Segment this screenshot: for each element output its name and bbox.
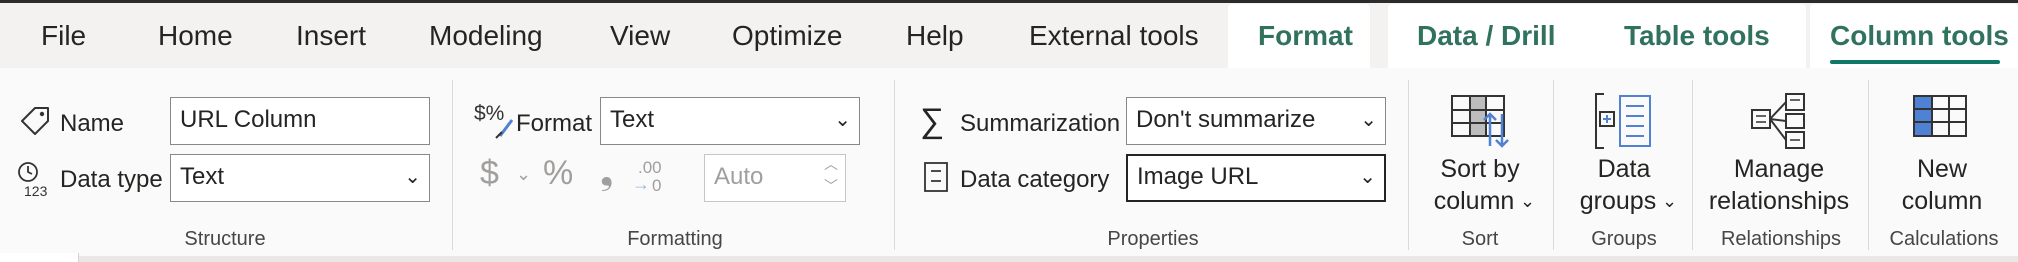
tab-external-tools[interactable]: External tools [1029, 12, 1199, 60]
window-top-border [0, 0, 2018, 3]
format-select[interactable]: Text ⌄ [600, 97, 860, 145]
tab-optimize[interactable]: Optimize [732, 12, 842, 60]
group-separator [1553, 80, 1554, 250]
chevron-down-icon: ⌄ [1520, 191, 1536, 211]
groups-group-label: Groups [1591, 228, 1657, 250]
data-type-label: Data type [60, 166, 163, 193]
new-column-icon [1913, 95, 1967, 137]
relationships-label-2: relationships [1708, 187, 1850, 215]
data-groups-icon [1595, 93, 1651, 149]
data-category-label: Data category [960, 166, 1110, 193]
chevron-down-icon: ⌄ [1359, 166, 1376, 188]
tag-icon [21, 107, 49, 135]
sort-label-2: column [1433, 187, 1515, 215]
summarization-value: Don't summarize [1136, 106, 1316, 133]
new-column-label-1: New [1916, 155, 1967, 183]
percent-button[interactable]: % [543, 154, 573, 193]
relationships-group-label: Relationships [1720, 228, 1842, 250]
tab-format[interactable]: Format [1258, 12, 1353, 60]
data-groups-button[interactable]: Data groups ⌄ [1566, 90, 1682, 220]
dollar-percent-brush-icon: $% [474, 102, 514, 139]
tab-insert[interactable]: Insert [296, 12, 366, 60]
decimal-places-button[interactable]: .00 → 0 [632, 158, 672, 196]
currency-button[interactable]: $ [480, 154, 499, 193]
svg-text:123: 123 [24, 183, 48, 199]
view-tab-fragment[interactable] [0, 253, 79, 262]
relationships-label-1: Manage [1733, 155, 1825, 183]
tab-table-tools[interactable]: Table tools [1624, 12, 1770, 60]
group-separator [1408, 80, 1409, 250]
svg-text:$%: $% [474, 102, 504, 125]
group-separator [1868, 80, 1869, 250]
spin-up-icon[interactable]: ︿ [824, 154, 838, 174]
group-separator [452, 80, 453, 250]
tab-help[interactable]: Help [906, 12, 964, 60]
canvas-area-edge [0, 256, 2018, 262]
tab-file[interactable]: File [41, 12, 86, 60]
sort-by-column-button[interactable]: Sort by column ⌄ [1420, 90, 1540, 220]
active-tab-indicator [1830, 60, 2000, 64]
manage-relationships-button[interactable]: Manage relationships [1704, 90, 1854, 220]
new-column-label-2: column [1901, 187, 1983, 215]
data-category-value: Image URL [1137, 163, 1259, 190]
tab-home[interactable]: Home [158, 12, 233, 60]
spin-down-icon[interactable]: ﹀ [824, 176, 838, 196]
sigma-icon: ∑ [920, 102, 945, 140]
group-separator [1692, 80, 1693, 250]
chevron-down-icon: ⌄ [1360, 109, 1377, 131]
sort-group-label: Sort [1461, 228, 1499, 250]
properties-group-label: Properties [1107, 228, 1199, 250]
data-type-value: Text [180, 163, 225, 190]
arrow-right-icon: → [632, 174, 650, 194]
new-column-button[interactable]: New column [1880, 90, 2004, 220]
manage-relationships-icon [1751, 93, 1805, 149]
name-label: Name [60, 110, 125, 137]
calculations-group-label: Calculations [1889, 228, 1999, 250]
groups-label-1: Data [1597, 155, 1651, 183]
name-input[interactable]: URL Column [170, 97, 430, 145]
format-value: Text [610, 106, 655, 133]
format-label: Format [516, 110, 593, 137]
formatting-group-label: Formatting [627, 228, 723, 250]
sort-label-1: Sort by [1440, 155, 1520, 183]
tab-column-tools[interactable]: Column tools [1830, 12, 2009, 60]
chevron-down-icon: ⌄ [1662, 191, 1678, 211]
tab-data-drill[interactable]: Data / Drill [1417, 12, 1555, 60]
zero-digit: 0 [652, 176, 662, 195]
chevron-down-icon: ⌄ [834, 109, 851, 131]
chevron-down-icon: ⌄ [404, 166, 421, 188]
category-box-icon [924, 162, 948, 192]
group-separator [894, 80, 895, 250]
currency-chevron-down-icon[interactable]: ⌄ [516, 164, 531, 185]
groups-label-2: groups [1579, 187, 1657, 215]
structure-group-label: Structure [184, 228, 266, 250]
tab-modeling[interactable]: Modeling [429, 12, 543, 60]
summarization-label: Summarization [960, 110, 1121, 137]
comma-style-button[interactable]: ❟ [600, 154, 613, 193]
tab-view[interactable]: View [610, 12, 670, 60]
summarization-select[interactable]: Don't summarize ⌄ [1126, 97, 1386, 145]
data-type-select[interactable]: Text ⌄ [170, 154, 430, 202]
sort-by-column-icon [1451, 95, 1509, 148]
data-category-select[interactable]: Image URL ⌄ [1126, 154, 1386, 202]
clock-123-icon: 123 [18, 162, 48, 199]
